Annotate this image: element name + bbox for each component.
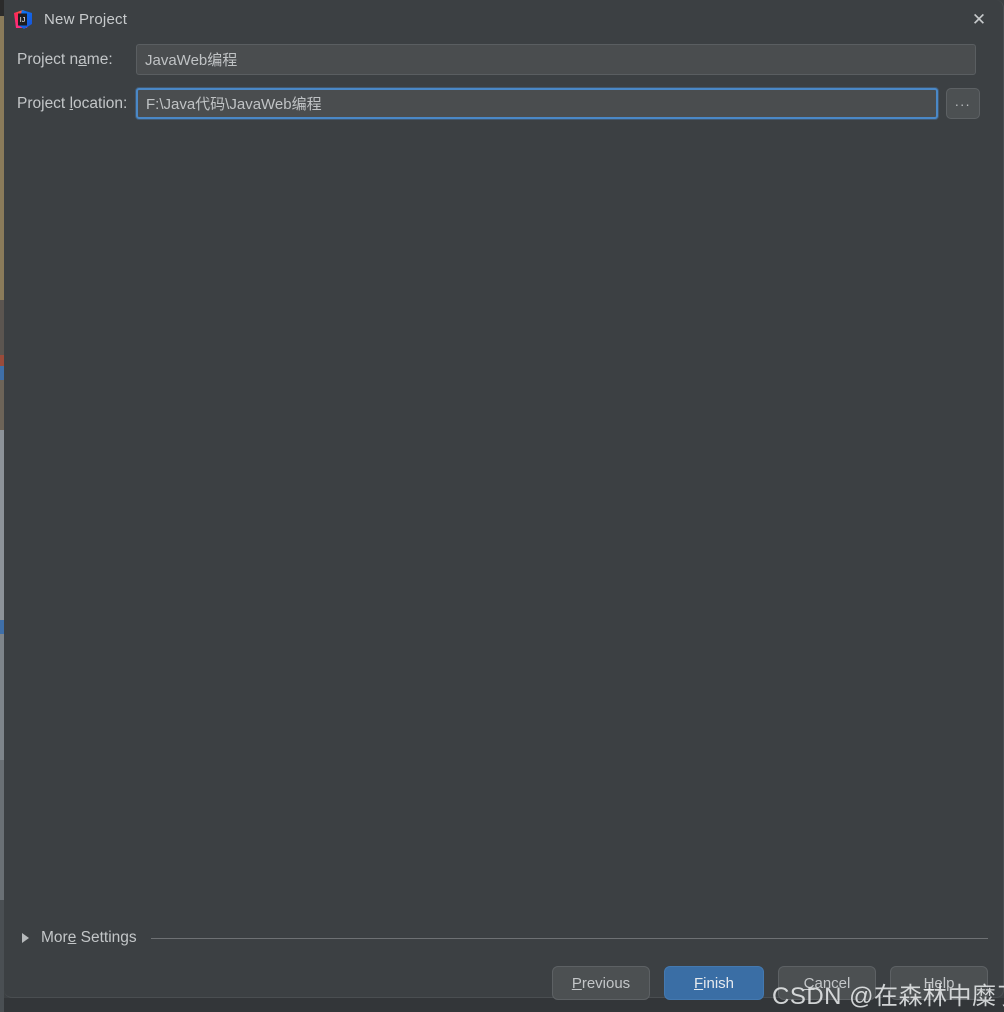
more-settings-label[interactable]: More Settings bbox=[41, 929, 137, 947]
more-settings-section[interactable]: More Settings bbox=[4, 925, 1004, 951]
dialog-body bbox=[4, 0, 1004, 998]
project-location-label: Project location: bbox=[17, 94, 128, 112]
browse-folder-button[interactable]: ... bbox=[946, 88, 980, 119]
more-settings-divider bbox=[150, 937, 988, 939]
project-name-value: JavaWeb编程 bbox=[145, 52, 238, 69]
project-location-row: Project location: F:\Java代码\JavaWeb编程 ..… bbox=[4, 88, 1004, 119]
project-name-input[interactable]: JavaWeb编程 bbox=[136, 44, 976, 75]
project-location-value: F:\Java代码\JavaWeb编程 bbox=[146, 96, 322, 113]
cancel-button[interactable]: Cancel bbox=[778, 966, 876, 1000]
help-button[interactable]: Help bbox=[890, 966, 988, 1000]
project-form: Project name: JavaWeb编程 Project location… bbox=[4, 44, 1004, 132]
project-name-row: Project name: JavaWeb编程 bbox=[4, 44, 1004, 75]
previous-button[interactable]: Previous bbox=[552, 966, 650, 1000]
new-project-dialog: IJ New Project ✕ Project name: JavaWeb编程… bbox=[0, 0, 1004, 1012]
dialog-footer: Previous Finish Cancel Help bbox=[4, 966, 1004, 1000]
finish-button[interactable]: Finish bbox=[664, 966, 764, 1000]
project-name-label: Project name: bbox=[17, 50, 113, 68]
project-location-input[interactable]: F:\Java代码\JavaWeb编程 bbox=[136, 88, 938, 119]
intellij-idea-logo-icon: IJ bbox=[13, 9, 32, 29]
title-bar: IJ New Project ✕ bbox=[4, 0, 1004, 38]
triangle-right-icon[interactable] bbox=[22, 933, 29, 943]
svg-text:IJ: IJ bbox=[20, 17, 25, 24]
close-icon[interactable]: ✕ bbox=[964, 6, 994, 32]
ide-edge-strip bbox=[0, 0, 4, 1012]
window-title: New Project bbox=[44, 10, 128, 28]
dialog-bottom-shadow bbox=[0, 998, 1004, 1012]
